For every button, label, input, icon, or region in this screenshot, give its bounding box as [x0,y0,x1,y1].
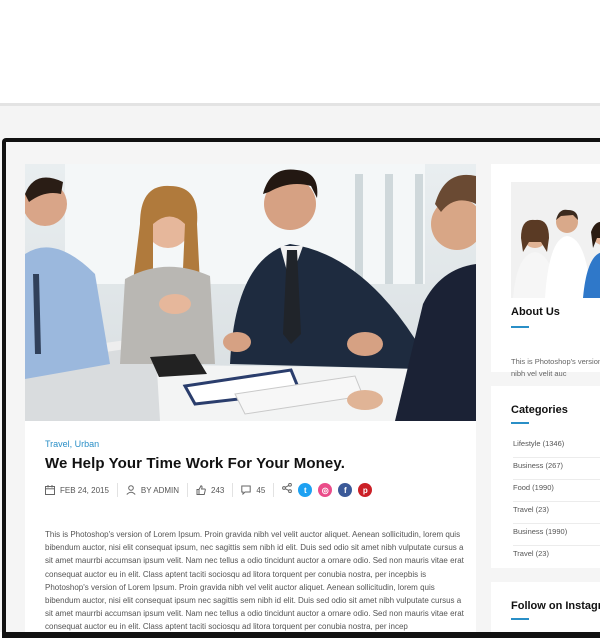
comment-icon [241,485,252,495]
twitter-icon[interactable]: t [298,483,313,497]
page-top-background [0,0,600,104]
instagram-title-underline [511,618,529,620]
blog-screen: Travel, Urban We Help Your Time Work For… [6,142,600,632]
user-icon [126,485,136,495]
post-categories-text[interactable]: Travel, Urban [45,439,99,449]
pinterest-glyph: p [362,485,368,495]
post-categories[interactable]: Travel, Urban [45,439,99,449]
post-date: FEB 24, 2015 [45,483,118,497]
post-likes-count: 243 [211,485,225,495]
about-title: About Us [511,306,560,318]
about-widget: About Us This is Photoshop's version gra… [491,164,600,378]
post-likes[interactable]: 243 [196,483,234,497]
post-comments-count: 45 [256,485,266,495]
categories-title-underline [511,422,529,424]
post-meta: FEB 24, 2015 BY ADMIN 243 45 t ◎ f p [45,482,373,498]
category-item[interactable]: Travel (23) [513,502,600,524]
share-icon[interactable] [282,483,293,493]
post-author-text[interactable]: BY ADMIN [141,486,179,495]
categories-widget: Categories Lifestyle (1346) Business (26… [491,386,600,568]
instagram-widget: Follow on Instagram [491,582,600,632]
category-item[interactable]: Travel (23) [513,546,600,567]
facebook-glyph: f [343,485,347,495]
categories-title: Categories [511,404,568,416]
about-team-image [511,182,600,298]
twitter-glyph: t [303,485,307,495]
facebook-icon[interactable]: f [338,483,353,497]
blog-post-card: Travel, Urban We Help Your Time Work For… [25,164,476,632]
post-author[interactable]: BY ADMIN [126,483,189,497]
about-title-underline [511,326,529,328]
categories-list: Lifestyle (1346) Business (267) Food (19… [513,436,600,567]
about-text: This is Photoshop's version gravida nibh… [511,357,600,378]
pinterest-icon[interactable]: p [358,483,373,497]
dribbble-icon[interactable]: ◎ [318,483,333,497]
instagram-title: Follow on Instagram [511,600,600,612]
category-item[interactable]: Business (1990) [513,524,600,546]
category-item[interactable]: Lifestyle (1346) [513,436,600,458]
thumbs-up-icon [196,485,206,495]
post-comments[interactable]: 45 [241,483,275,497]
post-title[interactable]: We Help Your Time Work For Your Money. [45,455,345,472]
post-featured-image[interactable] [25,164,476,421]
category-item[interactable]: Business (267) [513,458,600,480]
calendar-icon [45,485,55,495]
dribbble-glyph: ◎ [321,485,329,495]
post-excerpt: This is Photoshop's version of Lorem Ips… [45,530,464,632]
category-item[interactable]: Food (1990) [513,480,600,502]
share-links: t ◎ f p [282,483,373,497]
post-date-text: FEB 24, 2015 [60,485,109,495]
